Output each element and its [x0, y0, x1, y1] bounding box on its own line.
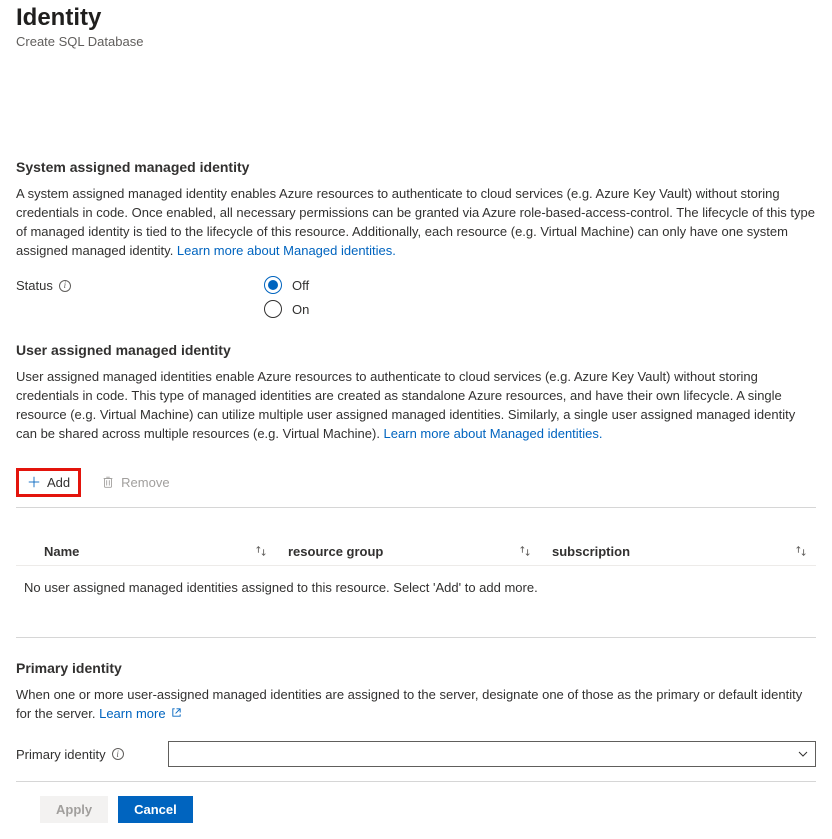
chevron-down-icon — [797, 748, 809, 760]
user-identity-body: User assigned managed identities enable … — [16, 368, 816, 443]
primary-identity-dropdown[interactable] — [168, 741, 816, 767]
primary-identity-field-label: Primary identity — [16, 747, 106, 762]
column-header-rg-label: resource group — [288, 544, 383, 559]
add-button[interactable]: Add — [21, 471, 76, 494]
sort-icon[interactable] — [254, 544, 268, 558]
column-header-name-label: Name — [44, 544, 79, 559]
page-title: Identity — [16, 4, 816, 32]
plus-icon — [27, 475, 41, 489]
status-radio-on-label: On — [292, 302, 309, 317]
column-header-subscription[interactable]: subscription — [532, 544, 794, 559]
status-label: Status — [16, 278, 53, 293]
system-identity-body: A system assigned managed identity enabl… — [16, 185, 816, 260]
user-identity-section: User assigned managed identity User assi… — [16, 342, 816, 608]
divider — [16, 637, 816, 638]
external-link-icon — [171, 707, 182, 718]
status-radio-off[interactable]: Off — [264, 276, 309, 294]
radio-icon — [264, 300, 282, 318]
user-identity-heading: User assigned managed identity — [16, 342, 816, 358]
remove-button: Remove — [95, 471, 175, 494]
sort-icon[interactable] — [518, 544, 532, 558]
system-identity-heading: System assigned managed identity — [16, 159, 816, 175]
cancel-button[interactable]: Cancel — [118, 796, 193, 823]
info-icon[interactable]: i — [59, 280, 71, 292]
footer-buttons: Apply Cancel — [16, 796, 816, 823]
radio-icon — [264, 276, 282, 294]
apply-button: Apply — [40, 796, 108, 823]
identity-table: Name resource group subscription No — [16, 538, 816, 609]
add-button-label: Add — [47, 475, 70, 490]
system-identity-section: System assigned managed identity A syste… — [16, 159, 816, 318]
system-identity-text: A system assigned managed identity enabl… — [16, 186, 815, 258]
column-header-resource-group[interactable]: resource group — [268, 544, 518, 559]
remove-button-label: Remove — [121, 475, 169, 490]
primary-identity-heading: Primary identity — [16, 660, 816, 676]
column-header-name[interactable]: Name — [24, 544, 254, 559]
highlight-box: Add — [16, 468, 81, 497]
primary-identity-body: When one or more user-assigned managed i… — [16, 686, 816, 724]
info-icon[interactable]: i — [112, 748, 124, 760]
primary-identity-learn-more-link[interactable]: Learn more — [99, 706, 182, 721]
trash-icon — [101, 475, 115, 489]
column-header-sub-label: subscription — [552, 544, 630, 559]
status-radio-off-label: Off — [292, 278, 309, 293]
status-radio-group: Off On — [264, 276, 309, 318]
table-header-row: Name resource group subscription — [16, 538, 816, 566]
command-bar: Add Remove — [16, 462, 816, 508]
table-empty-row: No user assigned managed identities assi… — [16, 566, 816, 609]
status-radio-on[interactable]: On — [264, 300, 309, 318]
system-identity-learn-more-link[interactable]: Learn more about Managed identities. — [177, 243, 396, 258]
sort-icon[interactable] — [794, 544, 808, 558]
page-subtitle: Create SQL Database — [16, 34, 816, 49]
user-identity-learn-more-link[interactable]: Learn more about Managed identities. — [384, 426, 603, 441]
primary-identity-section: Primary identity When one or more user-a… — [16, 660, 816, 783]
primary-identity-learn-more-label: Learn more — [99, 706, 165, 721]
